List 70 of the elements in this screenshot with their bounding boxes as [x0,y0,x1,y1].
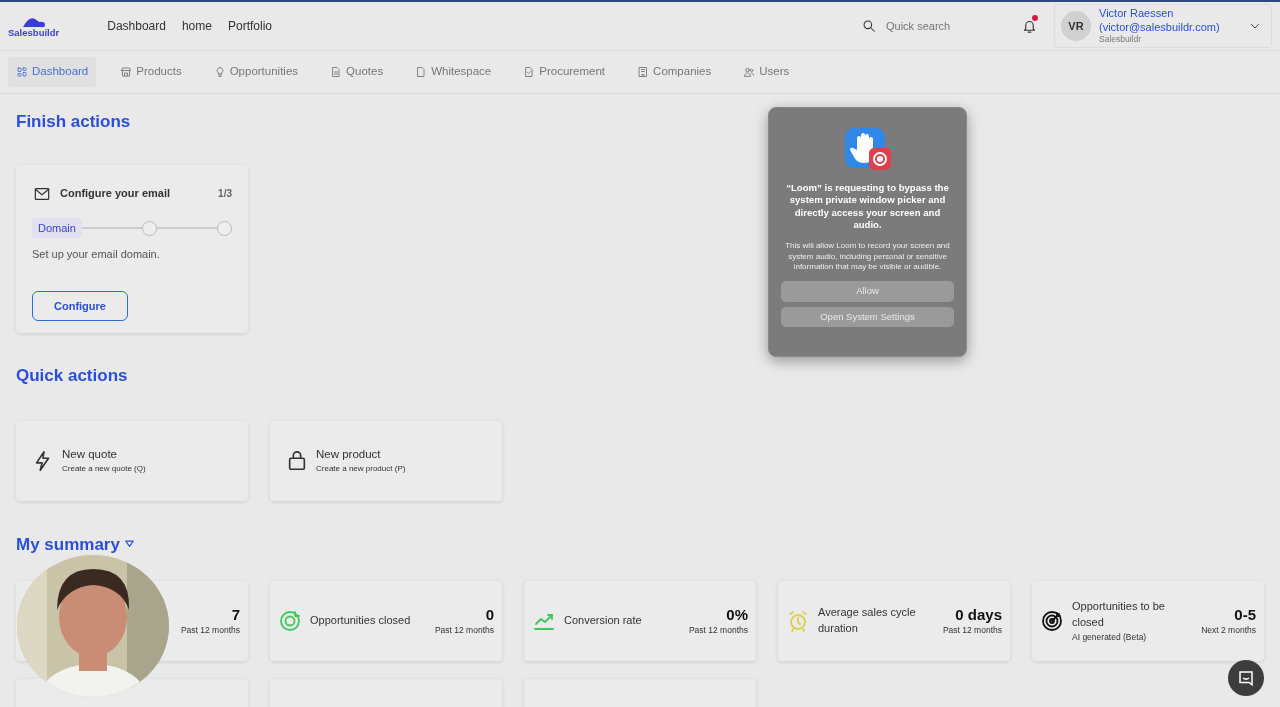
quick-action-card[interactable]: New product Create a new product (P) [270,420,502,501]
stat-period: Next 2 months [1201,623,1256,637]
stat-label: Opportunities closed [310,613,412,629]
stat-value: 7 [230,605,240,624]
building-icon [637,66,650,78]
store-icon [120,66,133,78]
nav-tab[interactable]: Companies [629,57,720,87]
stat-period: Past 12 months [942,623,1002,637]
user-email: (victor@salesbuildr.com) [1099,20,1220,33]
user-name: Victor Raessen [1099,6,1174,19]
envelope-icon [32,185,52,202]
section-heading: Quick actions [16,366,129,387]
dialog-message: This will allow Loom to record your screen and system audio, including personal or sensitive information that may be visible or audible. [784,240,951,274]
nav-link[interactable]: Portfolio [227,17,272,35]
chat-icon [1237,669,1255,687]
action-title: New product [316,447,382,463]
stat-label: Average sales cycle duration [818,605,917,637]
brand-name: Salesbuildr [8,28,60,38]
stat-value: 0-5 [1233,605,1256,624]
nav-link[interactable]: Dashboard [107,17,166,35]
action-subtitle: Create a new quote (Q) [62,463,146,476]
nav-link[interactable]: home [181,17,212,35]
search-icon [862,19,876,33]
stat-label: Conversion rate [564,613,643,629]
stat-note: AI generated (Beta) [1072,630,1148,644]
dialog-button[interactable]: Open System Settings [781,306,954,327]
stat-label: Opportunities to be closed [1072,598,1166,630]
nav-tab[interactable]: Users [735,57,798,87]
step-counter: 1/3 [218,187,232,202]
section-heading: Finish actions [16,112,132,133]
users-icon [743,66,756,78]
page-icon [415,66,428,78]
document-check-icon [523,66,536,78]
card-title: Configure your email [60,186,172,202]
bell-icon [1022,19,1037,35]
notification-button[interactable] [1022,16,1038,36]
nav-tab[interactable]: Quotes [322,57,392,87]
hand-icon [844,128,891,172]
nav-tab[interactable]: Whitespace [407,57,500,87]
dialog-title: “Loom” is requesting to bypass the system private window picker and directly access your screen and audio. [785,182,950,232]
document-icon [330,66,343,78]
stat-period: Past 12 months [434,623,494,637]
dialog-button[interactable]: Allow [781,281,954,302]
stat-period: Past 12 months [688,623,748,637]
configure-button[interactable]: Configure [32,290,128,321]
search-field[interactable]: Quick search [884,16,974,36]
dashboard-icon [16,66,28,78]
step-label: Domain [32,217,82,239]
company-name: Salesbuildr [1099,34,1143,46]
alarm-clock-icon [786,609,810,634]
nav-tab[interactable]: Products [112,57,190,87]
card-description: Set up your email domain. [32,247,161,263]
section-heading: My summary [16,534,120,556]
target-icon [278,609,302,634]
action-subtitle: Create a new product (P) [316,463,406,476]
stat-value: 0% [725,605,748,624]
nav-tab[interactable]: Procurement [515,57,614,87]
stat-period: Past 12 months [180,623,240,637]
shopping-bag-icon [286,449,308,472]
triangle-down-icon [123,540,135,550]
stat-value: 0 [484,605,494,624]
bullseye-icon [1040,609,1064,634]
user-menu[interactable]: VR Victor Raessen (victor@salesbuildr.com) Salesbuildr [1054,3,1272,49]
nav-tab[interactable]: Opportunities [205,57,307,87]
action-title: New quote [62,447,118,463]
quick-action-card[interactable]: New quote Create a new quote (Q) [16,420,248,501]
chat-button[interactable] [1228,660,1264,696]
stat-value: 0 days [954,605,1002,624]
nav-tab[interactable]: Dashboard [8,57,97,87]
user-avatar: VR [1061,11,1091,41]
